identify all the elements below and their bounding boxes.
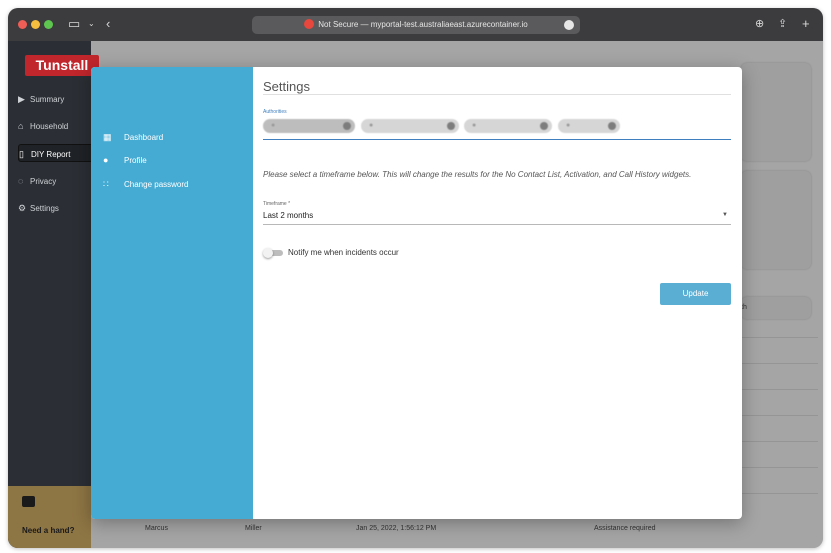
shield-icon: ◌ [18, 176, 24, 186]
page-menu-icon[interactable] [564, 20, 574, 30]
background-card [741, 63, 811, 161]
browser-titlebar: ▭ ⌄ ‹ Not Secure — myportal-test.austral… [8, 8, 823, 41]
nav-label: DIY Report [31, 150, 71, 159]
table-cell-status: Assistance required [594, 525, 656, 532]
address-bar[interactable]: Not Secure — myportal-test.australiaeast… [252, 16, 580, 34]
sidebar-toggle-icon[interactable]: ▭ [68, 15, 80, 33]
nav-label: Summary [30, 95, 65, 104]
share-icon[interactable]: ⇪ [778, 15, 787, 33]
settings-dialog: ▦ Dashboard ● Profile ∷ Change password Set… [91, 67, 742, 519]
settings-nav-label: Profile [124, 156, 147, 165]
chevron-down-icon[interactable]: ⌄ [88, 15, 95, 33]
dropdown-arrow-icon[interactable]: ▼ [722, 212, 728, 218]
new-tab-icon[interactable]: + [802, 15, 810, 33]
authorities-underline [263, 139, 731, 140]
settings-sidebar: ▦ Dashboard ● Profile ∷ Change password [91, 67, 253, 519]
authority-chip[interactable]: ● [464, 119, 552, 133]
help-panel[interactable]: Need a hand? [8, 486, 91, 548]
table-cell-first-name: Marcus [145, 525, 168, 532]
house-icon: ⌂ [18, 121, 24, 131]
authorities-field[interactable]: ● ● ● ● [263, 119, 731, 139]
gear-icon: ⚙ [18, 203, 27, 213]
update-button[interactable]: Update [660, 283, 731, 305]
app-sidebar: Tunstall ▶ Summary ⌂ Household ▯ DIY Report… [8, 41, 99, 548]
settings-nav-dashboard[interactable]: ▦ Dashboard [103, 129, 163, 145]
nav-item-privacy[interactable]: ◌ Privacy [18, 172, 98, 190]
toggle-knob [263, 248, 273, 258]
address-text: Not Secure — myportal-test.australiaeast… [318, 20, 528, 29]
remove-chip-icon[interactable] [447, 122, 455, 130]
nav-item-diy-report[interactable]: ▯ DIY Report [18, 144, 98, 162]
close-window-button[interactable] [18, 20, 27, 29]
authorities-label: Authorities [263, 109, 287, 115]
nav-item-household[interactable]: ⌂ Household [18, 117, 98, 135]
timeframe-underline [263, 224, 731, 225]
settings-nav-profile[interactable]: ● Profile [103, 152, 147, 168]
nav-label: Privacy [30, 177, 57, 186]
remove-chip-icon[interactable] [343, 122, 351, 130]
tunstall-logo: Tunstall [25, 55, 99, 76]
minimize-window-button[interactable] [31, 20, 40, 29]
dashboard-icon: ▦ [103, 132, 112, 142]
authority-chip[interactable]: ● [263, 119, 355, 133]
play-icon: ▶ [18, 94, 25, 104]
remove-chip-icon[interactable] [540, 122, 548, 130]
nav-item-summary[interactable]: ▶ Summary [18, 90, 98, 108]
not-secure-icon [304, 19, 315, 29]
table-cell-date: Jan 25, 2022, 1:56:12 PM [356, 525, 437, 532]
timeframe-label: Timeframe * [263, 201, 291, 207]
settings-nav-change-password[interactable]: ∷ Change password [103, 176, 188, 192]
settings-content: Settings Authorities ● ● ● ● Please sele… [263, 67, 733, 519]
table-cell-last-name: Miller [245, 525, 262, 532]
remove-chip-icon[interactable] [608, 122, 616, 130]
document-icon: ▯ [19, 149, 24, 159]
authority-chip[interactable]: ● [361, 119, 459, 133]
divider [263, 94, 731, 95]
nav-label: Settings [30, 204, 59, 213]
notify-toggle[interactable] [263, 248, 283, 258]
nav-label: Household [30, 122, 69, 131]
settings-nav-label: Dashboard [124, 133, 164, 142]
background-card [741, 171, 811, 269]
nav-item-settings[interactable]: ⚙ Settings [18, 199, 98, 217]
person-icon: ● [103, 155, 109, 165]
help-label: Need a hand? [22, 526, 75, 535]
notify-label: Notify me when incidents occur [288, 248, 399, 257]
back-icon[interactable]: ‹ [106, 15, 110, 33]
timeframe-description: Please select a timeframe below. This wi… [263, 170, 692, 179]
authority-chip[interactable]: ● [558, 119, 620, 133]
timeframe-select[interactable]: Last 2 months [263, 211, 313, 220]
password-icon: ∷ [103, 179, 109, 189]
chat-icon [22, 496, 35, 507]
background-tab-bar [741, 297, 811, 319]
download-icon[interactable]: ⊕ [755, 15, 764, 33]
zoom-window-button[interactable] [44, 20, 53, 29]
settings-title: Settings [263, 79, 310, 94]
settings-nav-label: Change password [124, 180, 189, 189]
